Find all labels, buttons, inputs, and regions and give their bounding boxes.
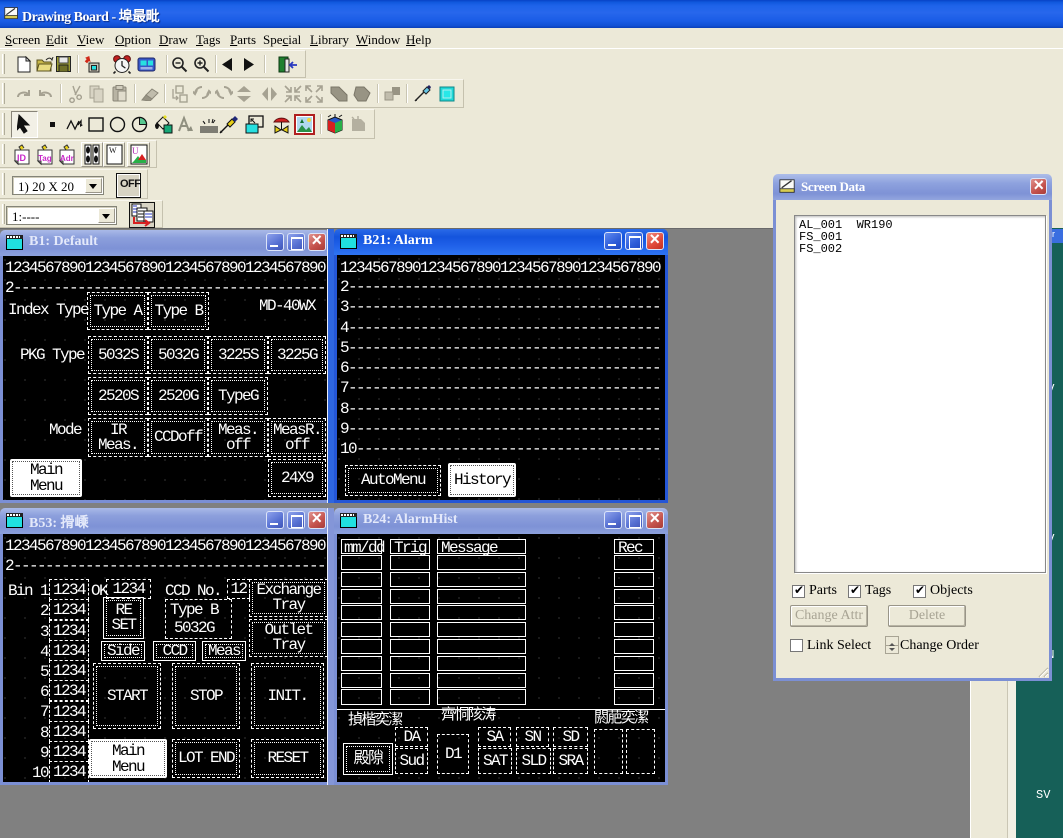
svg-text:U: U xyxy=(132,146,139,156)
svg-text:W: W xyxy=(109,146,117,155)
svg-text:Tag: Tag xyxy=(38,154,52,163)
svg-text:Adr: Adr xyxy=(60,154,74,163)
svg-text:ID: ID xyxy=(17,153,27,163)
